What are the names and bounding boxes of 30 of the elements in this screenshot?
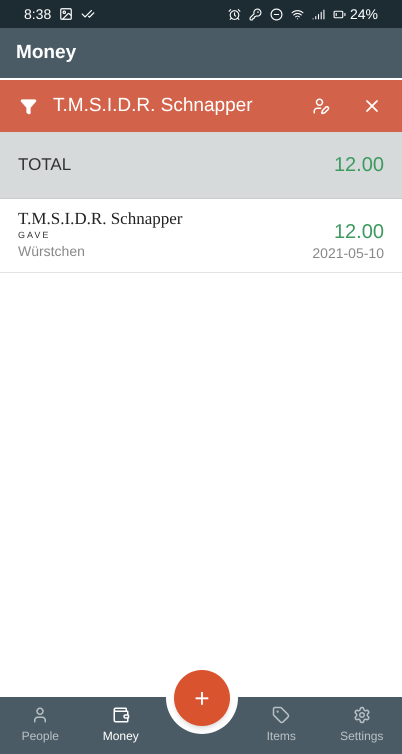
battery-percent: 24% — [350, 4, 378, 24]
total-label: TOTAL — [18, 154, 72, 176]
filter-icon — [20, 98, 37, 114]
image-icon — [59, 7, 74, 21]
wifi-icon — [290, 8, 304, 20]
entry-date: 2021-05-10 — [312, 244, 384, 262]
nav-tab[interactable]: People — [0, 706, 80, 745]
direction-label: GAVE — [18, 229, 52, 241]
add-button[interactable]: + — [174, 670, 230, 726]
alarm-icon — [228, 8, 241, 20]
item-name: Würstchen — [18, 242, 86, 261]
transaction-row[interactable]: T.M.S.I.D.R. Schnapper GAVE Würstchen 12.00 2021-05-10 — [0, 199, 402, 273]
person-name: T.M.S.I.D.R. Schnapper — [18, 209, 182, 229]
signal-icon — [312, 8, 325, 20]
key-icon — [248, 8, 262, 20]
total-amount: 12.00 — [334, 153, 384, 178]
wallet-icon — [112, 706, 130, 724]
battery-icon — [332, 8, 346, 20]
filter-label: T.M.S.I.D.R. Schnapper — [53, 94, 254, 118]
entry-amount: 12.00 — [334, 220, 384, 244]
nav-tab[interactable]: Items — [241, 706, 322, 745]
double-check-icon — [81, 7, 96, 21]
settings-icon — [352, 706, 371, 724]
edit-person-button[interactable] — [312, 97, 330, 115]
do-not-disturb-icon — [270, 8, 283, 20]
nav-tab[interactable]: Settings — [322, 706, 402, 745]
tag-icon — [272, 706, 290, 724]
nav-tab[interactable]: Money — [80, 706, 161, 745]
screen-title: Money — [16, 40, 76, 65]
status-time: 8:38 — [24, 4, 52, 24]
